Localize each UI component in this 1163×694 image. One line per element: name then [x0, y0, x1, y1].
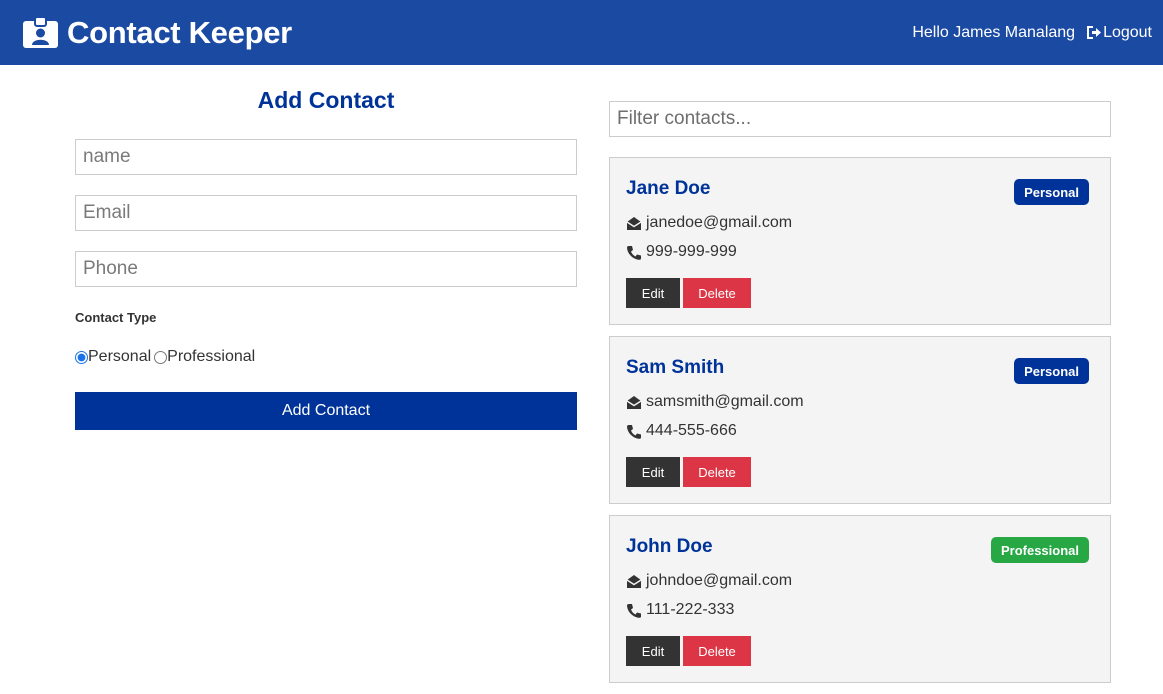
contact-type-badge: Professional — [990, 537, 1089, 563]
phone-icon — [627, 603, 641, 618]
delete-button[interactable]: Delete — [683, 278, 751, 308]
email-input[interactable] — [75, 195, 577, 231]
contact-phone: 111-222-333 — [626, 601, 734, 619]
contact-email: johndoe@gmail.com — [626, 572, 792, 590]
contacts-panel: Jane Doe Personal janedoe@gmail.com 999-… — [609, 101, 1111, 683]
contact-phone-text: 111-222-333 — [646, 601, 735, 618]
brand[interactable]: Contact Keeper — [22, 15, 292, 51]
logout-label: Logout — [1103, 23, 1152, 41]
contact-email: janedoe@gmail.com — [626, 214, 792, 232]
contact-phone-text: 999-999-999 — [646, 243, 737, 260]
contact-type-badge: Personal — [1014, 179, 1089, 205]
contact-phone: 444-555-666 — [626, 422, 737, 440]
personal-radio[interactable] — [75, 350, 88, 364]
id-badge-icon — [23, 16, 58, 48]
contact-name: Jane Doe — [626, 178, 711, 199]
contact-email-text: johndoe@gmail.com — [646, 572, 793, 589]
filter-input[interactable] — [609, 101, 1111, 137]
professional-radio-label[interactable]: Professional — [167, 348, 255, 366]
delete-button[interactable]: Delete — [683, 636, 751, 666]
edit-button[interactable]: Edit — [626, 278, 680, 308]
contact-type-radio-group: Personal Professional — [75, 347, 577, 367]
contact-card: Jane Doe Personal janedoe@gmail.com 999-… — [609, 157, 1111, 325]
personal-radio-label[interactable]: Personal — [88, 348, 151, 366]
contact-card: Sam Smith Personal samsmith@gmail.com 44… — [609, 336, 1111, 504]
nav-user-area: Hello James Manalang Logout — [912, 24, 1152, 42]
add-contact-form: Add Contact Contact Type Personal Profes… — [75, 84, 577, 430]
app-title: Contact Keeper — [67, 14, 292, 50]
contact-type-badge: Personal — [1014, 358, 1089, 384]
contact-name: Sam Smith — [626, 357, 725, 378]
add-contact-button[interactable]: Add Contact — [75, 392, 577, 430]
envelope-open-icon — [626, 395, 642, 409]
professional-radio[interactable] — [154, 350, 168, 364]
envelope-open-icon — [626, 216, 642, 230]
contact-email-text: janedoe@gmail.com — [646, 214, 793, 231]
delete-button[interactable]: Delete — [683, 457, 751, 487]
name-input[interactable] — [75, 139, 577, 175]
edit-button[interactable]: Edit — [626, 636, 680, 666]
contact-type-label: Contact Type — [75, 310, 157, 325]
contact-card: John Doe Professional johndoe@gmail.com … — [609, 515, 1111, 683]
logout-link[interactable]: Logout — [1086, 24, 1152, 42]
contact-phone-text: 444-555-666 — [646, 422, 737, 439]
navbar: Contact Keeper Hello James Manalang Logo… — [0, 0, 1163, 65]
phone-icon — [627, 245, 641, 260]
envelope-open-icon — [626, 574, 642, 588]
contact-name: John Doe — [626, 536, 713, 557]
sign-out-icon — [1087, 26, 1102, 39]
contact-email: samsmith@gmail.com — [626, 393, 804, 411]
user-greeting: Hello James Manalang — [912, 23, 1076, 41]
edit-button[interactable]: Edit — [626, 457, 680, 487]
contact-phone: 999-999-999 — [626, 243, 737, 261]
phone-input[interactable] — [75, 251, 577, 287]
contact-email-text: samsmith@gmail.com — [646, 393, 804, 410]
form-title: Add Contact — [257, 87, 395, 113]
phone-icon — [627, 424, 641, 439]
